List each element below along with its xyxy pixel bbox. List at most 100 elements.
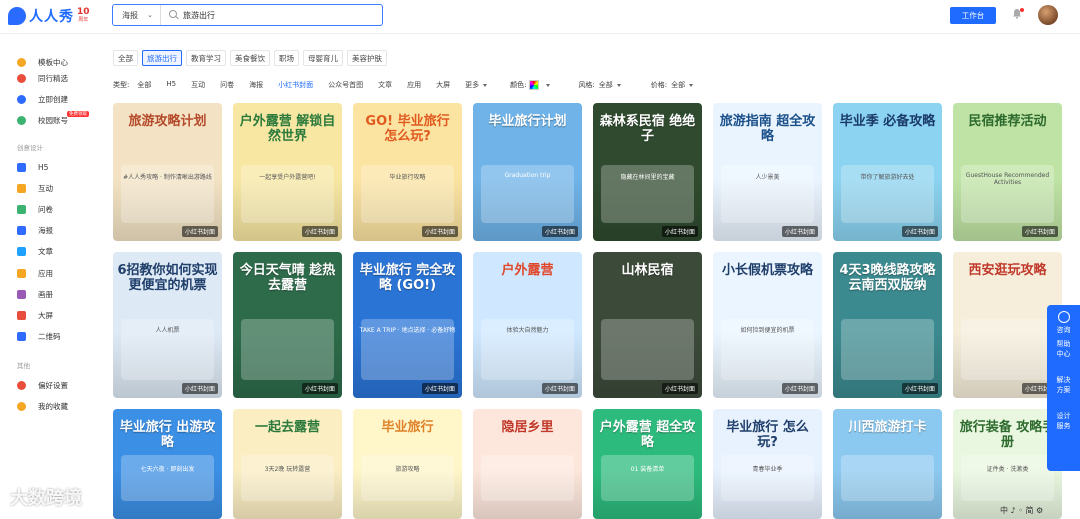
card-illustration (601, 318, 694, 380)
template-card[interactable]: 旅行装备 攻略手册 证件类 · 洗漱类 (953, 409, 1062, 519)
template-card[interactable]: 6招教你如何实现更便宜的机票 人人机票 小红书封面 (113, 252, 222, 398)
bottom-toolbar: 中 ♪ ◦ 简 ⚙ (1000, 505, 1043, 516)
sidebar-item[interactable]: 问卷 (17, 202, 53, 216)
sidebar-item[interactable]: 画册 (17, 287, 53, 301)
card-title: 户外露营 (501, 263, 554, 278)
anniversary-unit: 周年 (78, 17, 89, 23)
sidebar-item-icon (17, 183, 26, 193)
template-card[interactable]: 川西旅游打卡 (833, 409, 942, 519)
template-card[interactable]: 毕业旅行 完全攻略 (GO!) TAKE A TRIP · 地点选择 · 必备好物… (353, 252, 462, 398)
card-subtitle: GuestHouse Recommended Activities (965, 172, 1050, 186)
template-card[interactable]: 旅游攻略计划 #人人秀攻略 · 制作清晰出游路线 小红书封面 (113, 103, 222, 241)
sidebar-item-icon (17, 162, 26, 172)
template-card[interactable]: 一起去露营 3天2晚 玩转露营 (233, 409, 342, 519)
sidebar-item-label: 我的收藏 (38, 401, 68, 411)
sidebar-item-label: 校园账号 (38, 115, 68, 125)
sidebar-item-icon (17, 204, 26, 214)
card-title: 一起去露营 (254, 420, 320, 435)
sidebar-item-label: 二维码 (38, 332, 61, 342)
card-title: 毕业旅行计划 (488, 114, 567, 129)
sidebar-item-icon (17, 247, 26, 257)
sidebar-item[interactable]: 海报 (17, 224, 53, 238)
card-type-tag: 小红书封面 (541, 226, 578, 237)
card-subtitle: Graduation trip (504, 172, 551, 179)
card-title: 森林系民宿 绝绝子 (599, 114, 696, 144)
card-type-tag: 小红书封面 (181, 226, 218, 237)
template-card[interactable]: GO! 毕业旅行 怎么玩? 毕业旅行攻略 小红书封面 (353, 103, 462, 241)
sidebar-item[interactable]: 同行精选 (17, 71, 68, 85)
sidebar-item-icon (17, 310, 26, 320)
sidebar-item-label: 同行精选 (38, 73, 68, 83)
float-panel-item[interactable]: 帮助中心 (1047, 339, 1080, 359)
sidebar-item[interactable]: 校园账号 免费领取 (17, 111, 89, 127)
float-panel-label: 解决方案 (1056, 376, 1071, 394)
template-card[interactable]: 森林系民宿 绝绝子 隐藏在林间里的宝藏 小红书封面 (593, 103, 702, 241)
card-title: 西安逛玩攻略 (968, 263, 1047, 278)
template-grid: 旅游攻略计划 #人人秀攻略 · 制作清晰出游路线 小红书封面 户外露营 解锁自然世界一… (113, 0, 1063, 519)
logo[interactable]: 人人秀 10 周年 (8, 6, 90, 26)
template-card[interactable]: 户外露营 体验大自然魅力 小红书封面 (473, 252, 582, 398)
template-card[interactable]: 4天3晚线路攻略 云南西双版纳 小红书封面 (833, 252, 942, 398)
template-card[interactable]: 小长假机票攻略 如何捡到便宜的机票 小红书封面 (713, 252, 822, 398)
card-title: 小长假机票攻略 (721, 263, 813, 278)
float-panel-item[interactable]: 咨询 (1047, 311, 1080, 335)
card-type-tag: 小红书封面 (901, 226, 938, 237)
card-illustration (721, 454, 814, 501)
sidebar-item[interactable]: 互动 (17, 181, 53, 195)
template-card[interactable]: 毕业旅行计划 Graduation trip 小红书封面 (473, 103, 582, 241)
sidebar-item[interactable]: 立即创建 (17, 92, 68, 106)
card-title: 旅行装备 攻略手册 (959, 420, 1056, 450)
float-panel-label: 咨询 (1056, 326, 1071, 334)
card-title: 旅游指南 超全攻略 (719, 114, 816, 144)
card-subtitle: 体验大自然魅力 (506, 327, 549, 334)
template-card[interactable]: 山林民宿 小红书封面 (593, 252, 702, 398)
sidebar-item[interactable]: 偏好设置 (17, 378, 68, 392)
card-subtitle: 旅游攻略 (395, 466, 420, 473)
sidebar-item[interactable]: 大屏 (17, 308, 53, 322)
sidebar-item-icon (17, 73, 26, 83)
input-method-tools[interactable]: 中 ♪ ◦ 简 ⚙ (1000, 506, 1043, 515)
card-illustration (241, 318, 334, 380)
template-card[interactable]: 毕业旅行 旅游攻略 (353, 409, 462, 519)
sidebar-item-label: 模板中心 (38, 57, 68, 67)
sidebar-item[interactable]: 模板中心 (17, 55, 68, 69)
template-card[interactable]: 毕业季 必备攻略 带你了解旅游好去处 小红书封面 (833, 103, 942, 241)
card-type-tag: 小红书封面 (661, 226, 698, 237)
sidebar-item[interactable]: 二维码 (17, 330, 61, 344)
card-type-tag: 小红书封面 (781, 226, 818, 237)
float-panel-item[interactable]: 设计服务 (1047, 411, 1080, 431)
float-panel-item[interactable]: 解决方案 (1047, 375, 1080, 395)
card-title: 户外露营 超全攻略 (599, 420, 696, 450)
template-card[interactable]: 民宿推荐活动 GuestHouse Recommended Activities 小… (953, 103, 1062, 241)
template-card[interactable]: 户外露营 超全攻略 01 装备清单 (593, 409, 702, 519)
card-subtitle: 七天六夜 · 即刻出发 (140, 466, 195, 473)
template-card[interactable]: 西安逛玩攻略 小红书封面 (953, 252, 1062, 398)
sidebar: 模板中心 同行精选 立即创建 校园账号 免费领取 创意设计 H5 互动 问卷 海报 文章 应用 画册 大屏… (0, 35, 103, 516)
logo-text: 人人秀 (29, 9, 74, 25)
sidebar-item[interactable]: 我的收藏 (17, 399, 68, 413)
card-title: 户外露营 解锁自然世界 (239, 114, 336, 144)
card-illustration (241, 454, 334, 501)
logo-bird-icon (8, 7, 26, 25)
floating-help-panel: 咨询帮助中心解决方案设计服务 (1047, 305, 1080, 471)
sidebar-item-label: 问卷 (38, 204, 53, 214)
card-subtitle: 人少景美 (755, 174, 780, 181)
watermark: 大数跨境 (10, 488, 82, 509)
card-type-tag: 小红书封面 (421, 226, 458, 237)
card-title: 民宿推荐活动 (968, 114, 1047, 129)
sidebar-item[interactable]: 文章 (17, 245, 53, 259)
card-subtitle: 3天2晚 玩转露营 (264, 466, 311, 473)
card-title: 毕业旅行 (381, 420, 434, 435)
template-card[interactable]: 旅游指南 超全攻略人少景美小红书封面 (713, 103, 822, 241)
template-card[interactable]: 毕业旅行 出游攻略 七天六夜 · 即刻出发 (113, 409, 222, 519)
template-card[interactable]: 毕业旅行 怎么玩? 青春毕业季 (713, 409, 822, 519)
card-title: 4天3晚线路攻略 云南西双版纳 (839, 263, 936, 293)
template-card[interactable]: 户外露营 解锁自然世界 一起享受户外露营吧! 小红书封面 (233, 103, 342, 241)
sidebar-item-label: 立即创建 (38, 94, 68, 104)
card-type-tag: 小红书封面 (181, 383, 218, 394)
template-card[interactable]: 今日天气晴 趁热去露营 小红书封面 (233, 252, 342, 398)
sidebar-item[interactable]: H5 (17, 160, 48, 174)
sidebar-item[interactable]: 应用 (17, 266, 53, 280)
template-card[interactable]: 隐居乡里 (473, 409, 582, 519)
sidebar-item-label: 画册 (38, 289, 53, 299)
